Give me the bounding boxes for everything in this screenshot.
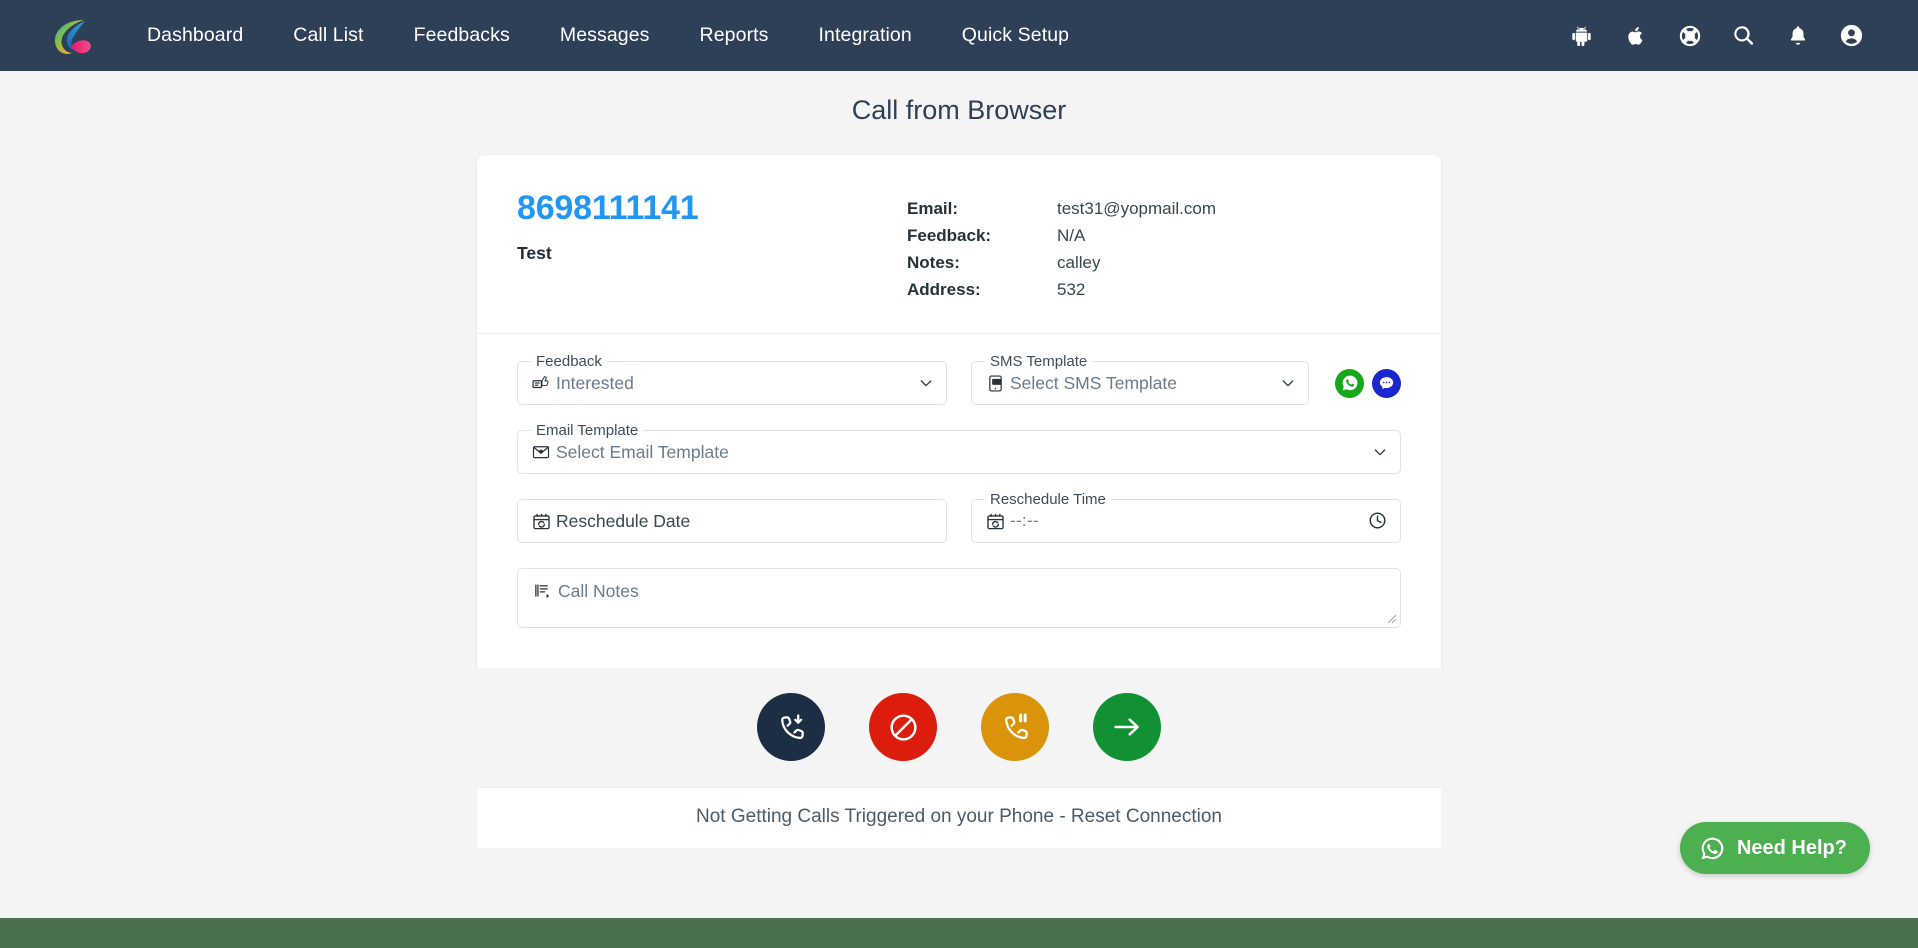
- detail-row-notes: Notes: calley: [907, 249, 1401, 276]
- search-icon[interactable]: [1731, 23, 1756, 48]
- need-help-label: Need Help?: [1736, 836, 1847, 859]
- detail-row-email: Email: test31@yopmail.com: [907, 195, 1401, 222]
- detail-label-notes: Notes:: [907, 253, 960, 273]
- nav-link-messages[interactable]: Messages: [535, 14, 675, 56]
- calley-logo-icon[interactable]: [48, 12, 96, 60]
- contact-name: Test: [517, 243, 552, 264]
- feedback-select[interactable]: Feedback Interested: [517, 353, 947, 406]
- nav-link-call-list[interactable]: Call List: [268, 14, 388, 56]
- contact-details: Email: test31@yopmail.com Feedback: N/A …: [907, 189, 1401, 303]
- detail-label-address: Address:: [907, 280, 981, 300]
- call-form: Feedback Interested SMS Template Select …: [477, 334, 1441, 668]
- nav-link-quick-setup[interactable]: Quick Setup: [937, 14, 1094, 56]
- detail-value-notes: calley: [1057, 253, 1101, 273]
- reschedule-time-value: --:--: [1010, 511, 1039, 531]
- email-template-field: Email Template Select Email Template: [517, 422, 1401, 475]
- sms-template-label: SMS Template: [985, 353, 1093, 372]
- reschedule-date-input[interactable]: Reschedule Date: [517, 499, 947, 544]
- sms-template-select[interactable]: SMS Template Select SMS Template: [971, 353, 1309, 406]
- feedback-field: Feedback Interested: [517, 353, 947, 406]
- nav-link-feedbacks[interactable]: Feedbacks: [389, 14, 535, 56]
- lifebuoy-support-icon[interactable]: [1677, 23, 1702, 48]
- contact-header: 8698111141 Test Email: test31@yopmail.co…: [477, 155, 1441, 335]
- detail-row-feedback: Feedback: N/A: [907, 222, 1401, 249]
- call-card-wrapper: 8698111141 Test Email: test31@yopmail.co…: [477, 155, 1441, 849]
- contact-phone-number[interactable]: 8698111141: [517, 189, 907, 227]
- contact-identity: 8698111141 Test: [517, 189, 907, 303]
- navbar-icon-group: [1569, 23, 1890, 48]
- call-card: 8698111141 Test Email: test31@yopmail.co…: [477, 155, 1441, 669]
- email-envelope-icon: [530, 442, 552, 462]
- need-help-whatsapp-button[interactable]: Need Help?: [1679, 822, 1870, 874]
- feedback-thumbs-icon: [530, 373, 552, 393]
- detail-label-feedback: Feedback:: [907, 226, 992, 246]
- call-notes-icon: [532, 580, 554, 600]
- email-template-label: Email Template: [531, 422, 644, 441]
- next-call-button[interactable]: [1093, 693, 1161, 762]
- sms-template-field: SMS Template Select SMS Template: [971, 353, 1309, 406]
- call-notes-placeholder: Call Notes: [558, 581, 639, 602]
- sms-template-value: Select SMS Template: [1010, 373, 1177, 394]
- detail-value-address: 532: [1057, 280, 1086, 300]
- reset-connection-bar: Not Getting Calls Triggered on your Phon…: [477, 787, 1441, 849]
- reschedule-time-field: Reschedule Time --:--: [971, 491, 1401, 544]
- page-title: Call from Browser: [851, 95, 1067, 125]
- whatsapp-send-button[interactable]: [1335, 368, 1364, 398]
- chevron-down-icon[interactable]: [918, 375, 934, 391]
- form-row-notes: Call Notes: [517, 568, 1401, 629]
- reschedule-time-label: Reschedule Time: [985, 491, 1111, 510]
- apple-icon[interactable]: [1623, 23, 1648, 48]
- bell-notification-icon[interactable]: [1785, 23, 1810, 48]
- email-template-select[interactable]: Email Template Select Email Template: [517, 422, 1401, 475]
- detail-label-email: Email:: [907, 199, 959, 219]
- feedback-value: Interested: [556, 373, 634, 394]
- reschedule-time-input[interactable]: Reschedule Time --:--: [971, 491, 1401, 544]
- top-navbar: Dashboard Call List Feedbacks Messages R…: [0, 0, 1918, 71]
- chevron-down-icon[interactable]: [1280, 375, 1296, 391]
- mobile-sms-icon: [984, 373, 1006, 393]
- whatsapp-icon: [1701, 837, 1724, 859]
- nav-link-integration[interactable]: Integration: [794, 14, 937, 56]
- nav-links: Dashboard Call List Feedbacks Messages R…: [122, 24, 1094, 47]
- hold-call-button[interactable]: [981, 693, 1049, 762]
- calendar-refresh-icon: [530, 511, 552, 531]
- detail-value-feedback: N/A: [1057, 226, 1086, 246]
- feedback-label: Feedback: [531, 353, 607, 372]
- nav-link-reports[interactable]: Reports: [675, 14, 794, 56]
- reschedule-date-field: Reschedule Date: [517, 499, 947, 544]
- reschedule-date-placeholder: Reschedule Date: [556, 511, 691, 532]
- footer-strip: [0, 918, 1918, 948]
- form-row-reschedule: Reschedule Date Reschedule Time --:--: [517, 491, 1401, 544]
- form-row-feedback-sms: Feedback Interested SMS Template Select …: [517, 353, 1401, 406]
- answer-call-button[interactable]: [757, 693, 825, 762]
- sms-send-button[interactable]: [1372, 368, 1401, 398]
- detail-row-address: Address: 532: [907, 276, 1401, 303]
- clock-icon[interactable]: [1368, 511, 1388, 531]
- call-notes-field: Call Notes: [517, 568, 1401, 629]
- call-action-bar: [477, 668, 1441, 788]
- call-notes-textarea[interactable]: Call Notes: [517, 568, 1401, 629]
- chevron-down-icon[interactable]: [1372, 444, 1388, 460]
- calendar-refresh-icon: [984, 511, 1006, 531]
- reset-connection-link[interactable]: Not Getting Calls Triggered on your Phon…: [696, 806, 1222, 827]
- send-buttons-group: [1335, 361, 1401, 405]
- reject-call-button[interactable]: [869, 693, 937, 762]
- nav-link-dashboard[interactable]: Dashboard: [122, 14, 268, 56]
- form-row-email: Email Template Select Email Template: [517, 422, 1401, 475]
- user-account-icon[interactable]: [1839, 23, 1864, 48]
- android-icon[interactable]: [1569, 23, 1594, 48]
- email-template-value: Select Email Template: [556, 442, 729, 463]
- detail-value-email: test31@yopmail.com: [1057, 199, 1216, 219]
- textarea-resize-grip[interactable]: [1385, 612, 1397, 624]
